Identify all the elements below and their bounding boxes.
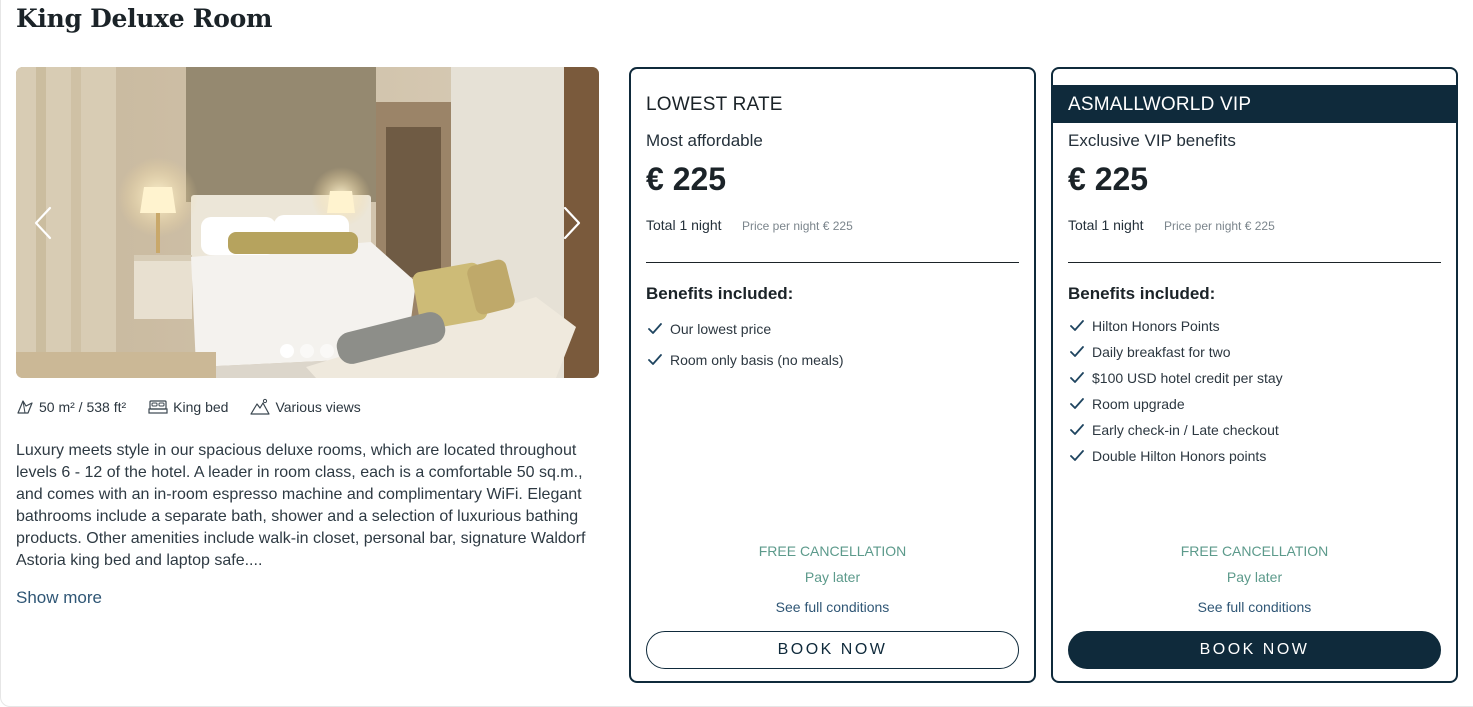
benefit-item: Double Hilton Honors points [1070, 443, 1283, 469]
benefit-label: Room upgrade [1092, 396, 1185, 412]
divider [1068, 262, 1441, 263]
check-icon [648, 353, 662, 365]
see-full-conditions-link[interactable]: See full conditions [631, 599, 1034, 615]
benefit-item: Our lowest price [648, 313, 844, 344]
room-amenities: 50 m² / 538 ft² King bed Various views [16, 398, 383, 416]
pay-later-label: Pay later [804, 569, 861, 585]
benefit-label: Hilton Honors Points [1092, 318, 1220, 334]
room-image-gallery[interactable] [16, 67, 599, 378]
benefit-label: Our lowest price [670, 320, 772, 337]
check-icon [648, 322, 662, 334]
rate-total: Total 1 night [1068, 217, 1144, 233]
pay-later-label: Pay later [1226, 569, 1283, 585]
check-icon [1070, 450, 1084, 461]
rate-total: Total 1 night [646, 217, 722, 233]
rate-price: € 225 [646, 161, 727, 197]
rate-per-night: Price per night € 225 [1164, 219, 1275, 233]
benefit-label: Double Hilton Honors points [1092, 448, 1267, 464]
benefit-label: Early check-in / Late checkout [1092, 422, 1279, 438]
rate-subtitle: Most affordable [646, 131, 763, 150]
benefit-label: Room only basis (no meals) [670, 351, 844, 368]
check-icon [1070, 372, 1084, 383]
amenity-view: Various views [250, 398, 361, 416]
benefits-title: Benefits included: [646, 284, 794, 303]
check-icon [1070, 320, 1084, 331]
amenity-label: 50 m² / 538 ft² [39, 399, 127, 415]
gallery-dot[interactable] [280, 344, 294, 358]
gallery-dots [280, 344, 334, 358]
bed-icon [148, 400, 168, 414]
chevron-left-icon [34, 206, 52, 240]
free-cancellation-label: FREE CANCELLATION [1180, 543, 1329, 559]
benefit-item: $100 USD hotel credit per stay [1070, 365, 1283, 391]
gallery-prev-button[interactable] [30, 205, 60, 241]
see-full-conditions-link[interactable]: See full conditions [1053, 599, 1456, 615]
show-more-link[interactable]: Show more [16, 588, 102, 608]
rate-per-night: Price per night € 225 [742, 219, 853, 233]
amenity-bed: King bed [148, 398, 228, 416]
check-icon [1070, 346, 1084, 357]
rate-card-vip: ASMALLWORLD VIP Exclusive VIP benefits €… [1051, 67, 1458, 683]
book-now-button[interactable]: BOOK NOW [1068, 631, 1441, 669]
benefit-item: Hilton Honors Points [1070, 313, 1283, 339]
book-now-button[interactable]: BOOK NOW [646, 631, 1019, 669]
rate-name: LOWEST RATE [646, 94, 783, 115]
benefit-item: Room only basis (no meals) [648, 344, 844, 375]
rate-card-lowest: LOWEST RATE Most affordable € 225 Total … [629, 67, 1036, 683]
area-icon [17, 400, 33, 414]
benefit-item: Early check-in / Late checkout [1070, 417, 1283, 443]
benefit-label: $100 USD hotel credit per stay [1092, 370, 1283, 386]
room-photo [16, 67, 599, 378]
benefit-list: Our lowest price Room only basis (no mea… [648, 313, 844, 375]
mountain-view-icon [250, 398, 271, 415]
amenity-label: Various views [275, 399, 361, 415]
divider [646, 262, 1019, 263]
benefit-list: Hilton Honors Points Daily breakfast for… [1070, 313, 1283, 469]
amenity-area: 50 m² / 538 ft² [16, 398, 126, 416]
check-icon [1070, 398, 1084, 409]
rate-name: ASMALLWORLD VIP [1053, 85, 1456, 123]
rate-price: € 225 [1068, 161, 1149, 197]
benefit-label: Daily breakfast for two [1092, 344, 1231, 360]
check-icon [1070, 424, 1084, 435]
benefit-item: Daily breakfast for two [1070, 339, 1283, 365]
benefits-title: Benefits included: [1068, 284, 1216, 303]
gallery-dot[interactable] [300, 344, 314, 358]
amenity-label: King bed [173, 399, 229, 415]
room-title: King Deluxe Room [16, 4, 273, 33]
gallery-next-button[interactable] [555, 205, 585, 241]
chevron-right-icon [563, 206, 581, 240]
gallery-dot[interactable] [320, 344, 334, 358]
rate-subtitle: Exclusive VIP benefits [1068, 131, 1236, 150]
room-description: Luxury meets style in our spacious delux… [16, 442, 586, 569]
benefit-item: Room upgrade [1070, 391, 1283, 417]
free-cancellation-label: FREE CANCELLATION [758, 543, 907, 559]
